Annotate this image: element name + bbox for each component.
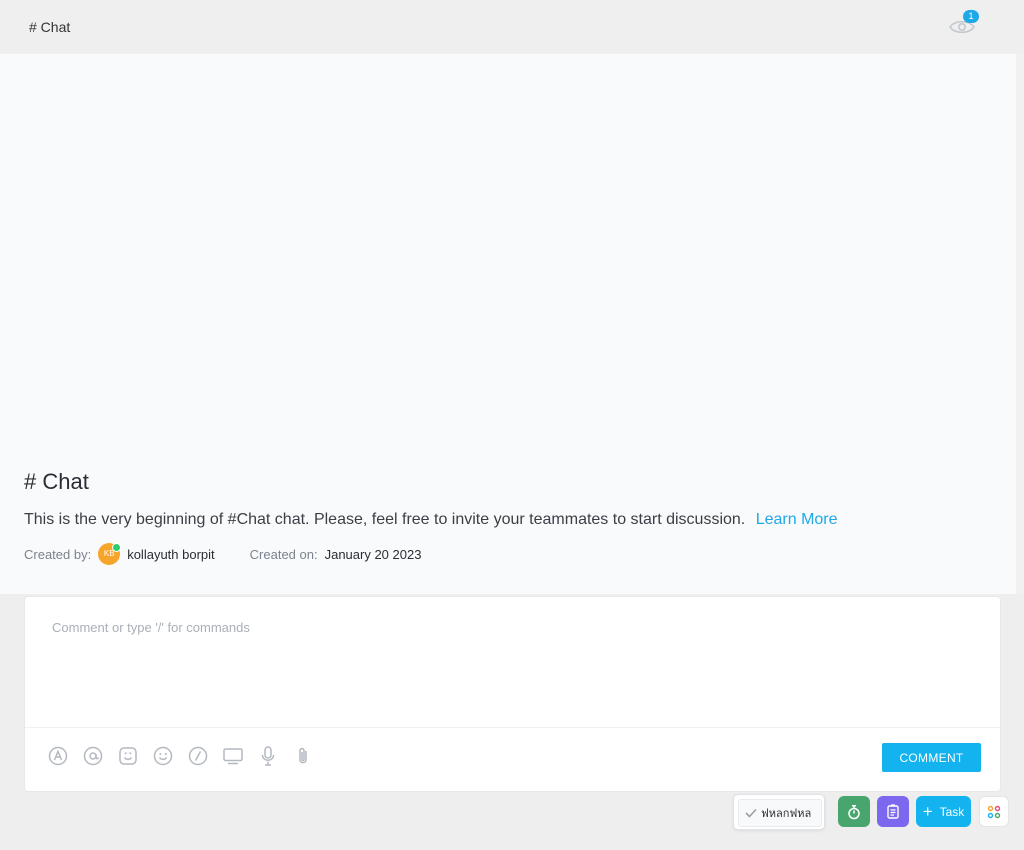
stopwatch-icon [848,804,860,819]
new-task-label: Task [939,804,965,819]
emoji-reaction-icon[interactable] [117,745,139,767]
scrollbar[interactable] [1016,54,1024,594]
channel-meta: Created by: KB kollayuth borpit Created … [24,541,421,567]
channel-intro: This is the very beginning of #Chat chat… [24,511,838,529]
mention-icon[interactable] [82,745,104,767]
learn-more-link[interactable]: Learn More [756,511,838,528]
apps-button[interactable] [979,796,1009,827]
online-status-dot [112,543,122,552]
check-icon [745,808,757,818]
comment-composer: Comment or type '/' for commands COMMENT [24,596,1001,792]
channel-intro-text: This is the very beginning of #Chat chat… [24,511,746,528]
plus-icon: + [922,802,933,821]
channel-title: # Chat [24,469,89,494]
apps-grid-icon [987,805,1001,818]
assign-icon[interactable] [47,745,69,767]
created-by-label: Created by: [24,546,92,562]
microphone-icon[interactable] [257,745,279,767]
creator-name: kollayuth borpit [127,546,215,562]
notepad-button[interactable] [877,796,909,827]
attachment-icon[interactable] [292,745,314,767]
watchers-count-badge: 1 [963,10,979,23]
created-on-date: January 20 2023 [324,546,422,562]
composer-divider [25,727,1000,728]
tray-task-item[interactable]: ฟหลกฟหล [738,799,822,827]
composer-toolbar [47,745,314,767]
timer-button[interactable] [838,796,870,827]
comment-button[interactable]: COMMENT [882,743,981,772]
notepad-icon [887,804,899,819]
task-tray: ฟหลกฟหล [733,794,825,830]
top-bar: # Chat 1 [0,0,1024,54]
new-task-button[interactable]: + Task [916,796,971,827]
slash-command-icon[interactable] [187,745,209,767]
avatar[interactable]: KB [98,543,122,565]
tray-task-label: ฟหลกฟหล [761,808,812,820]
comment-input[interactable]: Comment or type '/' for commands [52,620,250,635]
smiley-icon[interactable] [152,745,174,767]
created-on-label: Created on: [249,546,318,562]
watchers-button[interactable]: 1 [946,10,979,40]
page-title: # Chat [29,19,71,35]
screen-record-icon[interactable] [222,745,244,767]
